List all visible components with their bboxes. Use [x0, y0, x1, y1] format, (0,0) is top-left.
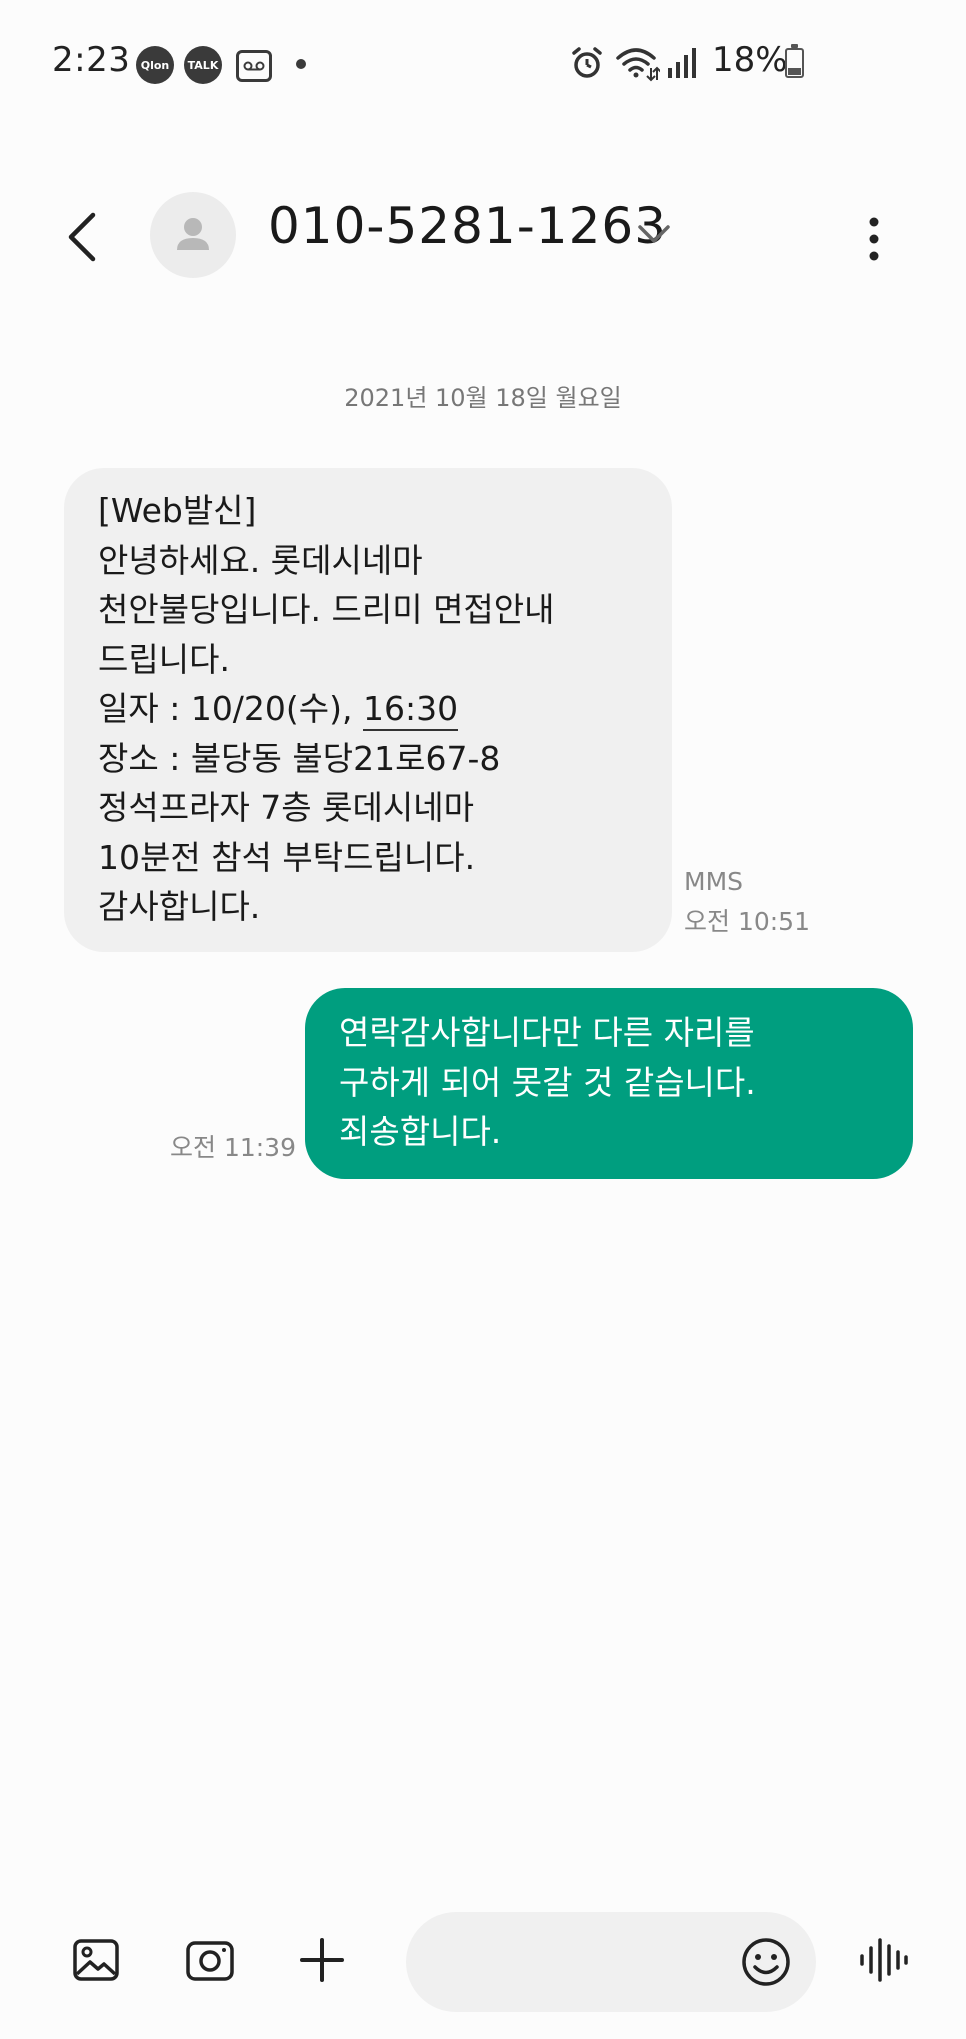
- message-line: 일자 : 10/20(수), 16:30: [98, 684, 640, 734]
- more-options-button[interactable]: [850, 211, 898, 267]
- more-vertical-icon: [869, 217, 879, 261]
- emoji-icon[interactable]: [740, 1936, 792, 1988]
- sent-message-bubble[interactable]: 연락감사합니다만 다른 자리를 구하게 되어 못갈 것 같습니다. 죄송합니다.: [305, 988, 913, 1179]
- time-link[interactable]: 16:30: [363, 689, 459, 731]
- conversation-header: 010-5281-1263: [0, 185, 966, 285]
- alarm-icon: [572, 47, 602, 78]
- battery-icon: [785, 44, 804, 78]
- wifi-icon: [616, 48, 660, 82]
- message-line: 정석프라자 7층 롯데시네마: [98, 788, 474, 827]
- qlon-icon: Qlon: [136, 46, 174, 84]
- message-line: 10분전 참석 부탁드립니다.: [98, 837, 476, 877]
- status-time: 2:23: [52, 40, 131, 80]
- gallery-icon: [73, 1939, 119, 1981]
- back-button[interactable]: [52, 207, 112, 267]
- camera-icon: [186, 1941, 234, 1981]
- status-bar: 2:23 Qlon TALK 18%: [0, 0, 966, 128]
- composer-bar: [0, 1910, 966, 2012]
- camera-button[interactable]: [182, 1932, 238, 1988]
- voicemail-icon: [236, 50, 272, 82]
- message-line: 천안불당입니다. 드리미 면접안내: [98, 590, 555, 629]
- date-divider: 2021년 10월 18일 월요일: [344, 384, 622, 412]
- person-icon: [177, 218, 209, 250]
- back-arrow-icon: [68, 212, 96, 262]
- contact-avatar[interactable]: [150, 192, 236, 278]
- gallery-button[interactable]: [68, 1932, 124, 1988]
- battery-percentage: 18%: [712, 40, 788, 80]
- received-message-bubble[interactable]: [Web발신] 안녕하세요. 롯데시네마 천안불당입니다. 드리미 면접안내 드…: [64, 468, 672, 952]
- voice-record-button[interactable]: [856, 1932, 912, 1988]
- message-input-container[interactable]: [406, 1912, 816, 2012]
- signal-icon: [668, 48, 696, 78]
- message-line: 안녕하세요. 롯데시네마: [98, 540, 423, 580]
- message-type-label: MMS: [684, 867, 744, 896]
- message-line: 죄송합니다.: [339, 1112, 502, 1151]
- contact-number[interactable]: 010-5281-1263: [268, 197, 667, 255]
- received-message-meta: MMS 오전 10:51: [684, 862, 810, 942]
- message-line: 드립니다.: [98, 639, 230, 679]
- plus-icon: [300, 1938, 344, 1982]
- message-line: 구하게 되어 못갈 것 같습니다.: [339, 1062, 756, 1102]
- kakaotalk-icon: TALK: [184, 46, 222, 84]
- voice-waveform-icon: [860, 1938, 908, 1982]
- message-line-text: 일자 : 10/20(수),: [98, 689, 364, 728]
- message-line: 장소 : 불당동 불당21로67-8: [98, 738, 501, 778]
- chevron-down-icon[interactable]: [634, 219, 674, 249]
- more-notifications-dot: [296, 59, 306, 69]
- sent-timestamp: 오전 11:39: [170, 1133, 296, 1162]
- message-line: 연락감사합니다만 다른 자리를: [339, 1013, 755, 1052]
- message-line: 감사합니다.: [98, 887, 261, 926]
- message-input[interactable]: [438, 1934, 742, 1992]
- message-line: [Web발신]: [98, 491, 257, 530]
- add-attachment-button[interactable]: [294, 1932, 350, 1988]
- received-timestamp: 오전 10:51: [684, 907, 810, 936]
